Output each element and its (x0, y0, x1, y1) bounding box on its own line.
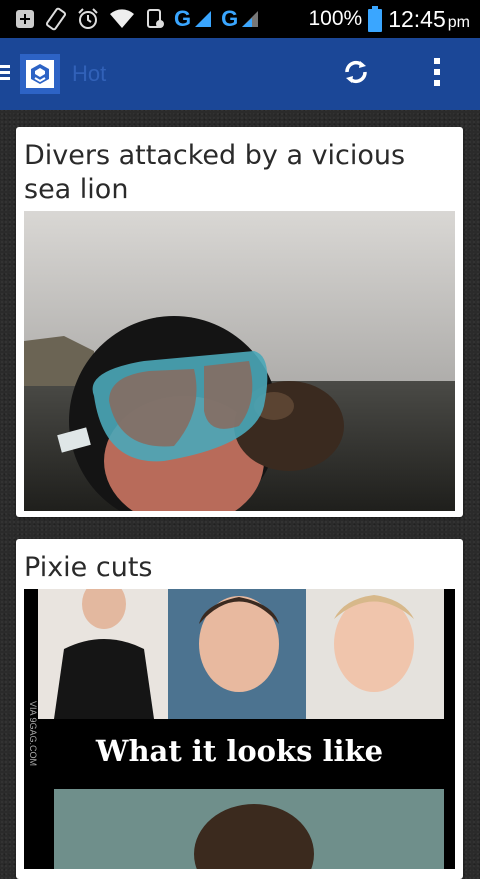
battery-icon (368, 6, 383, 32)
alarm-icon (76, 7, 100, 31)
battery-percentage: 100% (308, 7, 363, 30)
post-title[interactable]: Pixie cuts (24, 551, 455, 585)
signal-icon (193, 9, 213, 29)
post-card[interactable]: Pixie cuts VIA 9GAG.COM What it looks li… (16, 539, 463, 879)
rotation-lock-icon (44, 7, 68, 31)
post-card[interactable]: Divers attacked by a vicious sea lion (16, 127, 463, 517)
post-image[interactable] (24, 211, 455, 511)
overflow-menu-icon (433, 57, 441, 92)
9gag-logo[interactable] (20, 54, 60, 94)
post-title[interactable]: Divers attacked by a vicious sea lion (24, 139, 455, 207)
section-title[interactable]: Hot (72, 61, 106, 87)
overflow-menu-button[interactable] (422, 54, 452, 94)
clock: 12:45 pm (388, 6, 470, 33)
app-bar: Hot (0, 38, 480, 110)
diver-sea-lion-photo (24, 211, 455, 511)
pixie-cuts-meme (24, 589, 455, 869)
refresh-button[interactable] (336, 54, 376, 94)
status-bar: G G 100% 12:45 pm (0, 0, 480, 38)
hamburger-icon (0, 62, 12, 87)
wifi-icon (108, 8, 136, 30)
signal-icon-2 (240, 9, 260, 29)
data-transfer-icon (144, 7, 166, 31)
refresh-icon (341, 57, 371, 92)
clock-ampm: pm (447, 13, 470, 31)
image-caption: What it looks like (95, 734, 384, 768)
nav-drawer-button[interactable] (0, 38, 14, 110)
network-type-1: G (174, 6, 192, 31)
post-image[interactable]: VIA 9GAG.COM What it looks like (24, 589, 455, 869)
clock-time: 12:45 (388, 5, 446, 32)
notification-icon (14, 8, 36, 30)
network-type-2: G (221, 6, 239, 31)
